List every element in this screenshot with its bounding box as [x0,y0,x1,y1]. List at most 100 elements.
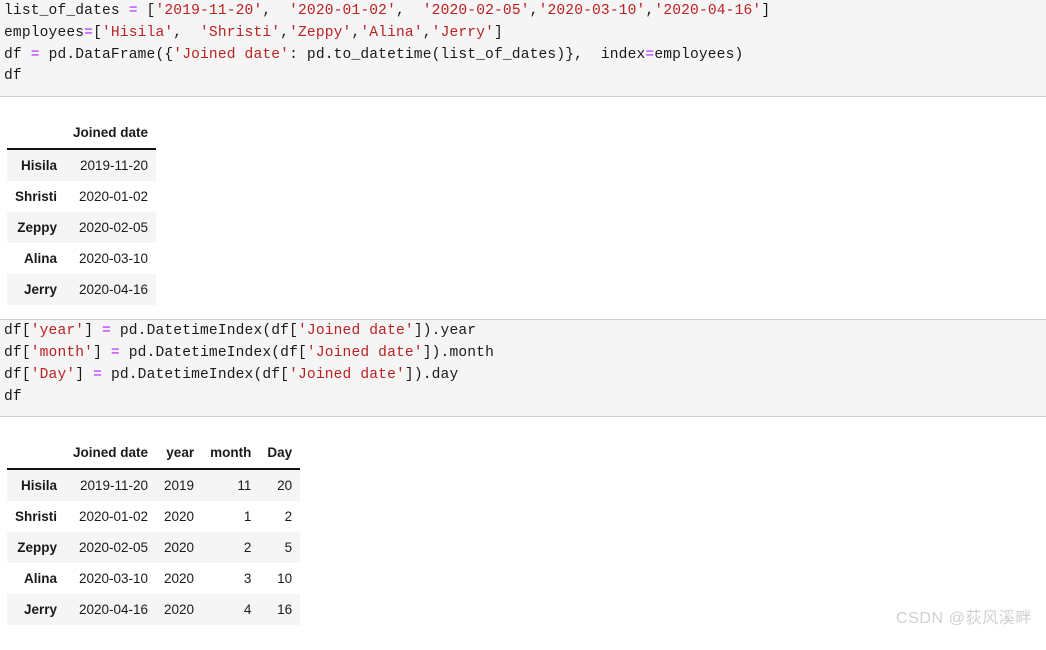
code-token-str: 'Joined date' [298,323,414,340]
code-token-plain: ] [494,24,503,41]
table-row: Alina 2020-03-10 2020 3 10 [7,563,301,595]
table-cell: 20 [277,478,293,494]
table-column-header: year [156,439,203,471]
code-token-plain: employees [4,24,85,41]
code-cell-1-source[interactable]: list_of_dates = ['2019-11-20', '2020-01-… [4,1,1046,88]
code-token-str: 'Jerry' [431,24,495,41]
output-area-2: Joined date year month Day Hisila 2019-11-20 2… [0,417,1046,626]
code-token-str: 'Hisila' [102,24,174,41]
code-token-plain: pd.DatetimeIndex(df[ [119,344,307,361]
code-token-str: 'Alina' [360,24,423,41]
table-row: Zeppy 2020-02-05 2020 2 5 [7,532,301,564]
table-row: Hisila 2019-11-20 2019 11 20 [7,469,301,502]
code-token-str: '2020-04-16' [654,3,762,19]
table-row: Alina 2020-03-10 [7,243,157,275]
code-token-plain: df [4,388,22,405]
dataframe-output-1: Joined date Hisila 2019-11-20 Shristi 2020-0… [0,97,1046,306]
code-line: employees=['Hisila', 'Shristi','Zeppy','… [4,23,1046,45]
code-token-str: 'Day' [30,366,76,383]
table-row-index: Zeppy [17,540,58,556]
code-token-str: 'Joined date' [289,366,405,383]
cell-spacer-1 [0,305,1046,320]
table-row: Jerry 2020-04-16 [7,274,157,306]
code-token-str: 'year' [30,323,85,340]
code-token-str: 'Joined date' [306,344,423,361]
table-header-row: Joined date year month Day [7,439,301,471]
code-line: list_of_dates = ['2019-11-20', '2020-01-… [4,1,1046,23]
code-line: df['year'] = pd.DatetimeIndex(df['Joined… [4,321,1046,343]
code-token-str: 'Shristi' [200,24,281,41]
code-token-plain: ] [75,366,94,383]
table-column-header: Joined date [65,119,157,151]
table-cell: 2020 [164,540,195,556]
code-line: df [4,387,1046,409]
code-cell-1[interactable]: list_of_dates = ['2019-11-20', '2020-01-… [0,0,1046,98]
code-token-op: = [645,46,655,63]
code-token-plain: list_of_dates [4,3,129,19]
table-cell: 2020-04-16 [78,602,149,618]
table-index-header [7,439,66,471]
table-cell: 2019-11-20 [79,478,149,494]
table-column-header: Day [259,439,301,471]
table-row-index: Jerry [23,282,58,298]
table-cell: 2020-02-05 [78,220,149,236]
table-cell: 2020-01-02 [78,189,149,205]
code-token-str: 'Zeppy' [289,24,352,41]
code-token-plain: ]).day [404,366,459,383]
code-token-str: '2019-11-20' [155,3,263,19]
table-cell: 11 [237,478,252,494]
table-row-index: Jerry [23,602,58,618]
code-token-plain: df[ [4,344,31,361]
code-token-plain: pd.DatetimeIndex(df[ [102,366,290,383]
dataframe-table-1: Joined date Hisila 2019-11-20 Shristi 2020-0… [7,119,157,306]
code-line: df [4,66,1046,88]
table-cell: 2 [284,509,293,525]
table-cell: 2019-11-20 [79,158,149,174]
table-row-index: Hisila [20,478,58,494]
code-token-plain: df[ [4,366,31,383]
table-cell: 2020 [164,602,195,618]
dataframe-output-2: Joined date year month Day Hisila 2019-11-20 2… [0,417,1046,626]
code-token-str: '2020-02-05' [422,3,530,19]
output-area-1: Joined date Hisila 2019-11-20 Shristi 2020-0… [0,97,1046,306]
table-row: Zeppy 2020-02-05 [7,212,157,244]
code-line: df['Day'] = pd.DatetimeIndex(df['Joined … [4,365,1046,387]
table-row-index: Alina [24,571,58,587]
code-token-plain: , [262,3,290,19]
table-cell: 4 [243,602,252,618]
code-token-plain: employees) [654,46,744,63]
table-row: Shristi 2020-01-02 2020 1 2 [7,501,301,533]
code-cell-2[interactable]: df['year'] = pd.DatetimeIndex(df['Joined… [0,319,1046,418]
code-token-str: '2020-03-10' [538,3,646,19]
table-cell: 16 [277,602,293,618]
code-token-str: 'Joined date' [173,46,290,63]
code-token-plain: , [396,3,423,19]
table-row: Shristi 2020-01-02 [7,181,157,213]
table-row: Jerry 2020-04-16 2020 4 16 [7,594,301,626]
code-token-plain: df[ [4,323,31,340]
code-token-op: = [84,24,94,41]
table-cell: 2020-03-10 [78,251,149,267]
table-column-header: Joined date [65,439,157,471]
code-token-str: '2020-01-02' [289,3,397,19]
table-cell: 1 [243,509,252,525]
code-token-op: = [30,46,40,63]
table-cell: 2020 [164,509,195,525]
table-cell: 2020-01-02 [78,509,149,525]
table-header-row: Joined date [7,119,157,151]
code-token-plain: pd.DatetimeIndex(df[ [110,323,298,340]
code-token-op: = [93,366,103,383]
code-line: df = pd.DataFrame({'Joined date': pd.to_… [4,45,1046,67]
code-token-plain: , [173,24,201,41]
table-cell: 2020 [164,571,195,587]
code-token-plain: df [4,46,31,63]
code-token-plain: pd.DataFrame({ [39,46,174,63]
code-token-plain: ] [761,3,771,19]
table-cell: 2020-04-16 [78,282,149,298]
table-row-index: Alina [24,251,58,267]
code-token-plain: , [422,24,432,41]
code-cell-2-source[interactable]: df['year'] = pd.DatetimeIndex(df['Joined… [4,321,1046,408]
code-token-plain: ] [93,344,111,361]
code-token-op: = [102,323,111,340]
table-row: Hisila 2019-11-20 [7,149,157,182]
